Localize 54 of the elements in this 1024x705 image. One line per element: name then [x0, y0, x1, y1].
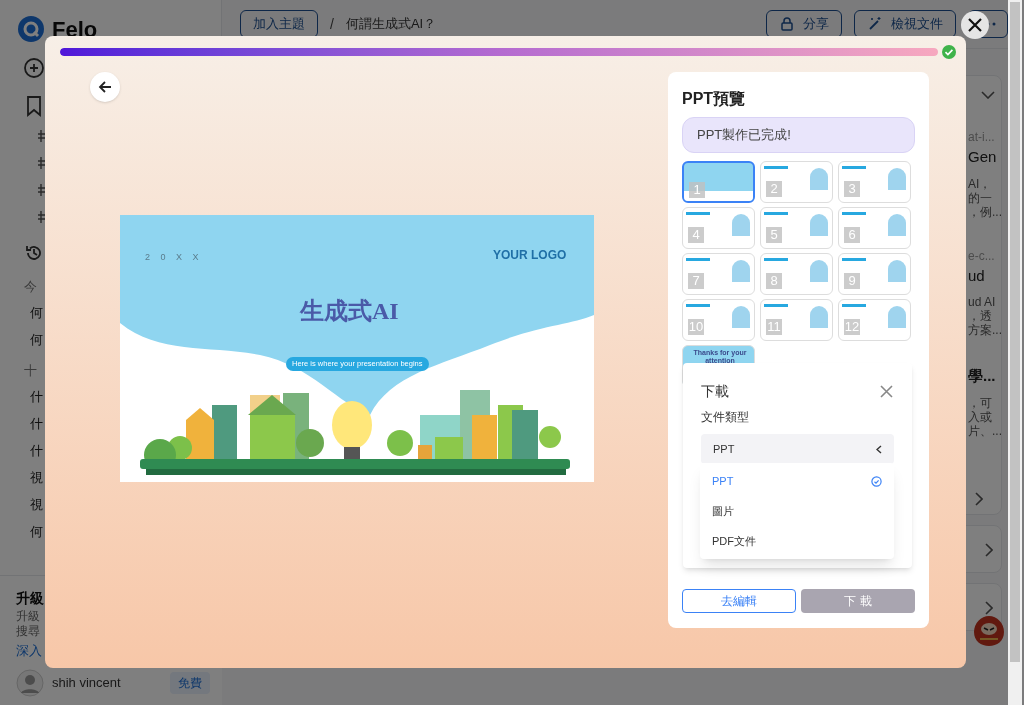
result-snippet: 入或	[968, 409, 993, 424]
upgrade-text: 搜尋	[16, 624, 41, 639]
result-snippet: ，透	[968, 309, 993, 323]
result-title[interactable]: 學...	[968, 365, 1002, 388]
slide-logo-text: YOUR LOGO	[493, 247, 567, 264]
close-button[interactable]	[961, 11, 989, 39]
dropdown-option[interactable]: PDF文件	[700, 526, 894, 556]
result-snippet: ud AI	[968, 295, 997, 309]
slide-date: 2 0 X X	[145, 251, 203, 264]
slide-title: 生成式AI	[300, 297, 399, 326]
dropdown-option[interactable]: PPT	[700, 466, 894, 496]
magic-wand-icon	[867, 16, 883, 32]
result-title[interactable]: ud	[968, 264, 1002, 287]
logo-icon	[18, 16, 44, 42]
back-arrow-icon	[98, 80, 112, 94]
chevron-down-icon[interactable]	[981, 91, 995, 99]
close-icon	[879, 385, 893, 398]
user-name: shih vincent	[52, 673, 122, 692]
breadcrumb-separator: /	[330, 14, 334, 34]
lock-icon	[779, 16, 795, 32]
plan-badge: 免費	[170, 671, 210, 694]
result-snippet: ，例...	[968, 204, 1002, 219]
close-icon	[968, 18, 982, 32]
chevron-right-icon[interactable]	[985, 601, 993, 615]
chevron-left-icon	[876, 444, 882, 454]
popup-title: 下載	[701, 382, 729, 401]
result-snippet: 片、...	[968, 423, 1002, 438]
result-snippet: 方案...	[968, 323, 1002, 337]
history-group-label: 今	[24, 278, 38, 296]
panel-title: PPT預覽	[682, 89, 747, 109]
dropdown-option[interactable]: 圖片	[700, 496, 894, 526]
result-title[interactable]: Gen	[968, 146, 1002, 169]
chevron-right-icon[interactable]	[985, 543, 993, 557]
upgrade-text: 升級	[16, 609, 41, 624]
history-icon[interactable]	[24, 243, 44, 263]
file-type-select[interactable]: PPT	[701, 434, 894, 464]
result-snippet: 的一	[968, 190, 993, 205]
back-button[interactable]	[90, 72, 120, 102]
chevron-right-icon[interactable]	[975, 492, 983, 506]
check-circle-icon	[871, 475, 882, 487]
status-notice: PPT製作已完成!	[682, 117, 915, 153]
slide-thumbnail[interactable]: 1	[682, 161, 755, 203]
result-snippet: AI，	[968, 176, 993, 191]
avatar-icon	[16, 668, 44, 697]
result-snippet: ，可	[968, 395, 993, 410]
upgrade-title: 升級	[16, 589, 45, 608]
mascot-icon[interactable]	[972, 614, 1006, 648]
action-button[interactable]: 去編輯	[682, 589, 796, 613]
slide-number: 1	[689, 182, 705, 198]
page-title: 何謂生成式AI？	[345, 15, 437, 34]
new-chat-icon[interactable]	[22, 56, 46, 80]
history-group-label: 十	[24, 362, 38, 380]
complete-check-icon	[942, 45, 956, 59]
field-label: 文件類型	[701, 409, 750, 426]
